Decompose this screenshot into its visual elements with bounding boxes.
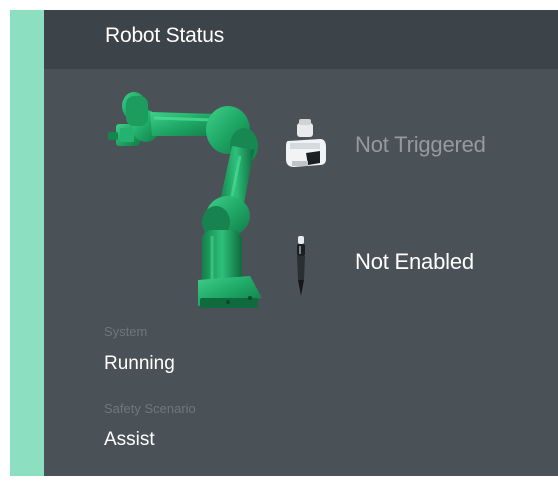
robot-status-panel: Robot Status Not Triggered Not Enabled S…	[44, 10, 558, 476]
safety-scenario-value: Assist	[104, 429, 155, 450]
trigger-status: Not Triggered	[355, 132, 486, 157]
enable-status: Not Enabled	[355, 249, 474, 274]
system-label: System	[104, 324, 148, 339]
panel-header: Robot Status	[44, 10, 558, 69]
accent-strip	[10, 10, 44, 476]
robot-arm-icon	[108, 92, 262, 308]
system-value: Running	[104, 353, 175, 374]
safety-scenario-label: Safety Scenario	[104, 401, 196, 416]
tool-pen-icon	[297, 236, 305, 296]
panel-title: Robot Status	[105, 24, 225, 47]
tcp-sensor-icon	[286, 119, 326, 167]
screenshot-frame: Robot Status Not Triggered Not Enabled S…	[0, 0, 558, 486]
